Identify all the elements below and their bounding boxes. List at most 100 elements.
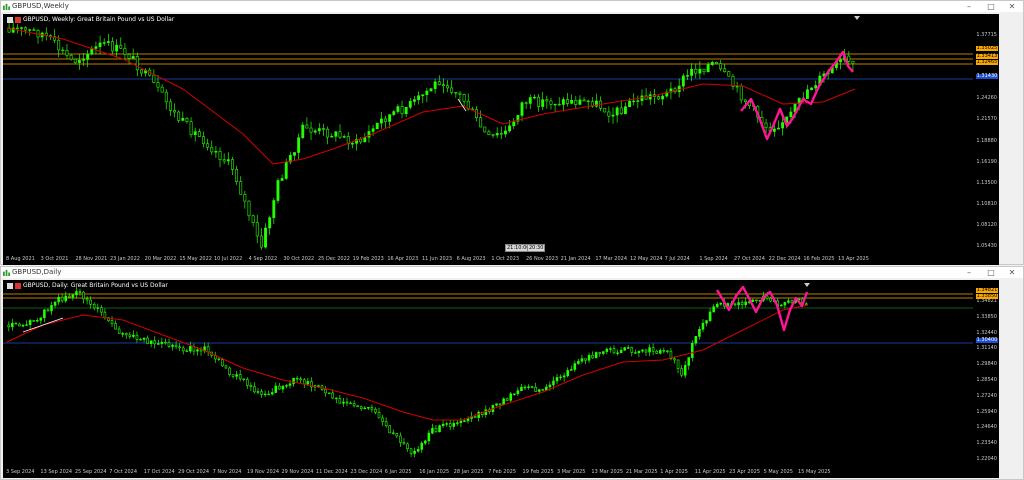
maximize-button[interactable]: □ [983, 267, 999, 278]
daily-window-title: GBPUSD,Daily [12, 268, 62, 276]
weekly-candle-body [359, 138, 363, 143]
price-level-tag: 1.35025 [976, 45, 998, 51]
price-axis-label: 1.23340 [976, 440, 997, 447]
daily-candle-body [783, 302, 787, 306]
weekly-candle-body [69, 54, 73, 60]
weekly-candle-body [218, 151, 222, 160]
weekly-price-axis[interactable]: 1.377151.350251.299501.242601.215701.188… [973, 14, 999, 255]
weekly-candle-body [189, 121, 193, 135]
time-axis-label: 6 Jan 2025 [384, 469, 412, 475]
daily-candle-body [619, 349, 623, 354]
daily-chart-header-text: GBPUSD, Daily: Great Britain Pound vs US… [23, 282, 168, 289]
daily-candle-body [253, 386, 256, 393]
weekly-candle-body [284, 161, 288, 179]
time-axis-label: 25 Sep 2024 [74, 469, 107, 475]
daily-candle-body [359, 406, 363, 409]
weekly-candle-body [127, 54, 131, 59]
minimize-button[interactable]: – [961, 1, 977, 12]
daily-candle-body [662, 350, 666, 352]
weekly-time-axis[interactable]: 8 Aug 2021 3 Oct 2021 28 Nov 2021 23 Jan 20… [3, 244, 999, 265]
weekly-candle-body [772, 128, 776, 132]
daily-candle-body [224, 365, 228, 369]
daily-chart-header: GBPUSD, Daily: Great Britain Pound vs US… [7, 281, 168, 290]
weekly-chart-area[interactable]: GBPUSD, Weekly: Great Britain Pound vs U… [3, 14, 999, 255]
daily-candle-body [673, 358, 676, 361]
daily-candle-body [424, 440, 427, 444]
weekly-candle-body [251, 215, 255, 223]
chart-shift-marker[interactable] [854, 16, 860, 20]
weekly-candle-body [206, 143, 210, 148]
daily-candle-body [612, 348, 616, 354]
daily-time-axis[interactable]: 3 Sep 2024 13 Sep 2024 25 Sep 2024 7 Oct 20… [3, 468, 999, 478]
daily-chart-area[interactable]: GBPUSD, Daily: Great Britain Pound vs US… [3, 280, 999, 468]
daily-candle-body [335, 397, 338, 400]
daily-price-axis[interactable]: 1.34821 1.33850 1.32440 1.31140 1.29840 1.285… [973, 280, 999, 468]
price-axis-label: 1.16190 [976, 158, 997, 165]
time-axis-label: 11 Jun 2023 [422, 256, 453, 262]
daily-candle-body [637, 350, 641, 354]
daily-candle-body [85, 298, 89, 301]
daily-candle-body [96, 307, 100, 309]
chart-shift-marker[interactable] [804, 283, 810, 287]
weekly-candle-body [777, 127, 780, 130]
daily-candle-body [21, 325, 25, 327]
daily-candle-body [295, 377, 299, 380]
weekly-candle-body [226, 159, 230, 162]
close-button[interactable]: ✕ [1004, 1, 1020, 12]
time-axis-label: 17 Oct 2024 [143, 469, 175, 475]
minimize-button[interactable]: – [961, 267, 977, 278]
daily-candle-body [349, 402, 352, 405]
daily-candle-body [60, 296, 64, 302]
time-axis-label: 11 Dec 2024 [315, 469, 348, 475]
time-axis-label: 16 Apr 2023 [387, 256, 419, 262]
daily-candle-body [755, 299, 758, 302]
daily-candle-body [110, 320, 114, 324]
daily-candle-body [157, 343, 160, 345]
weekly-candle-body [235, 169, 239, 182]
daily-candle-body [345, 401, 349, 404]
weekly-candle-body [400, 106, 404, 115]
time-axis-label: 23 Apr 2025 [729, 469, 761, 475]
weekly-candle-body [350, 143, 354, 145]
daily-candle-body [416, 449, 420, 452]
weekly-candle-body [495, 133, 499, 136]
daily-candle-body [584, 358, 587, 361]
weekly-candle-body [553, 103, 557, 106]
time-axis-label: 19 Feb 2025 [522, 469, 554, 475]
daily-candle-body [18, 323, 21, 327]
weekly-candle-body [392, 111, 396, 115]
daily-candle-body [566, 370, 569, 377]
daily-candle-body [562, 375, 566, 378]
daily-chart-window: GBPUSD,Daily – □ ✕ GBPUSD, Daily: Great … [0, 266, 1024, 480]
daily-candle-body [648, 347, 651, 353]
price-axis-label: 1.24260 [976, 95, 997, 102]
weekly-candle-body [698, 68, 702, 74]
weekly-candle-body [330, 136, 334, 138]
weekly-candle-body [508, 125, 512, 132]
daily-candle-body [804, 303, 808, 305]
weekly-candle-body [384, 118, 387, 122]
daily-candle-body [171, 344, 174, 347]
daily-candle-body [609, 348, 612, 350]
daily-candle-body [25, 324, 28, 326]
weekly-candle-body [706, 64, 710, 72]
daily-candle-body [701, 322, 705, 330]
maximize-button[interactable]: □ [983, 1, 999, 12]
daily-candle-body [740, 302, 744, 306]
symbol-icon [15, 282, 21, 289]
weekly-candle-body [810, 87, 814, 91]
daily-candle-body [594, 352, 598, 359]
daily-candle-body [89, 299, 92, 305]
daily-candle-body [409, 448, 413, 454]
weekly-candle-body [433, 81, 437, 89]
time-axis-label: 8 Aug 2021 [6, 256, 35, 262]
weekly-candle-body [342, 136, 346, 138]
weekly-candle-body [388, 114, 392, 122]
weekly-candle-body [421, 94, 425, 96]
daily-candle-body [82, 291, 85, 300]
daily-candle-body [327, 392, 331, 395]
close-button[interactable]: ✕ [1004, 267, 1020, 278]
weekly-candle-body [243, 194, 247, 202]
weekly-candle-body [326, 128, 330, 138]
time-axis-label: 29 Nov 2024 [281, 469, 314, 475]
